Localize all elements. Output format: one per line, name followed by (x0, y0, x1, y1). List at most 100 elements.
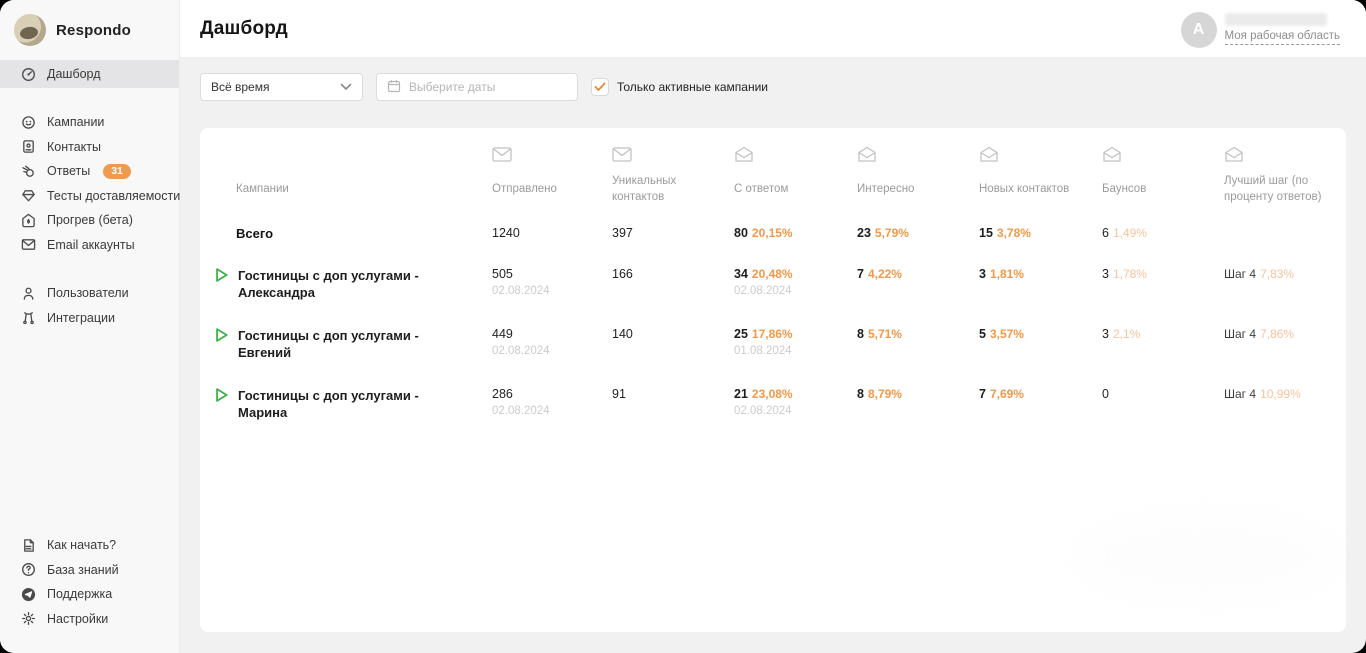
replied-cell: 34 20,48% 02.08.2024 (734, 267, 793, 297)
sidebar-item-email-accounts[interactable]: Email аккаунты (0, 233, 179, 258)
replied-cell: 25 17,86% 01.08.2024 (734, 327, 793, 357)
sidebar-item-label: Дашборд (47, 67, 101, 81)
unique-cell: 91 (612, 387, 626, 401)
target-icon (20, 114, 36, 130)
sidebar-item-how-to-start[interactable]: Как начать? (0, 533, 179, 558)
bounces-cell: 3 1,78% (1102, 267, 1147, 281)
sidebar-item-label: Прогрев (бета) (47, 213, 133, 228)
sidebar-item-integrations[interactable]: Интеграции (0, 306, 179, 331)
main-area: Дашборд A Моя рабочая область Всё время (180, 0, 1366, 653)
sidebar-item-users[interactable]: Пользователи (0, 281, 179, 306)
sidebar-item-dashboard[interactable]: Дашборд (0, 60, 179, 88)
sidebar-item-replies[interactable]: Ответы 31 (0, 159, 179, 184)
checkbox-checked-icon[interactable] (591, 78, 609, 96)
question-circle-icon (20, 562, 36, 578)
gear-icon (20, 611, 36, 627)
totals-best-step (1224, 206, 1334, 226)
open-envelope-icon (979, 146, 1102, 172)
sent-cell: 286 02.08.2024 (492, 387, 550, 417)
period-select[interactable]: Всё время (200, 73, 363, 101)
unique-cell: 166 (612, 267, 633, 281)
best-step-cell: Шаг 4 7,86% (1224, 327, 1295, 341)
sidebar-item-label: Тесты доставляемости (47, 188, 181, 203)
column-header-campaigns: Кампании (236, 183, 289, 195)
account-menu[interactable]: A Моя рабочая область (1180, 10, 1340, 48)
filters-bar: Всё время Выберите даты Только активные (200, 73, 1346, 101)
period-select-value: Всё время (211, 80, 270, 94)
sidebar-item-support[interactable]: Поддержка (0, 582, 179, 607)
column-header-interested: Интересно (857, 146, 979, 206)
dashboard-content: Всё время Выберите даты Только активные (180, 57, 1366, 653)
campaign-name[interactable]: Гостиницы с доп услугами - Евгений (238, 327, 444, 361)
sidebar-item-knowledge-base[interactable]: База знаний (0, 558, 179, 583)
contact-card-icon (20, 139, 36, 155)
telegram-icon (20, 586, 36, 602)
totals-bounces: 6 1,49% (1102, 226, 1147, 240)
play-icon[interactable] (212, 386, 230, 404)
column-header-best-step: Лучший шаг (по проценту ответов) (1224, 146, 1334, 206)
totals-label: Всего (236, 226, 274, 241)
respondo-logo-icon (14, 14, 46, 46)
column-header-new-contacts: Новых контактов (979, 146, 1102, 206)
calendar-icon (387, 79, 401, 96)
account-name-redacted (1224, 12, 1327, 26)
pdf-doc-icon (20, 537, 36, 553)
replies-count-badge: 31 (103, 164, 131, 179)
campaign-name[interactable]: Гостиницы с доп услугами - Марина (238, 387, 444, 421)
sidebar-item-contacts[interactable]: Контакты (0, 135, 179, 160)
sidebar-item-label: Email аккаунты (47, 237, 135, 252)
active-campaigns-filter[interactable]: Только активные кампании (591, 78, 768, 96)
totals-unique: 397 (612, 226, 633, 240)
campaign-name[interactable]: Гостиницы с доп услугами - Александра (238, 267, 444, 301)
chevron-down-icon (340, 83, 352, 91)
new-contacts-cell: 3 1,81% (979, 267, 1024, 281)
totals-interested: 23 5,79% (857, 226, 909, 240)
interested-cell: 8 8,79% (857, 387, 902, 401)
sidebar-item-label: Интеграции (47, 310, 116, 325)
integrations-icon (20, 310, 36, 326)
replied-cell: 21 23,08% 02.08.2024 (734, 387, 793, 417)
campaign-name-cell[interactable]: Гостиницы с доп услугами - Евгений (212, 301, 492, 361)
sidebar-item-settings[interactable]: Настройки (0, 607, 179, 632)
campaigns-table: Кампании Отправлено Уникальных контактов (212, 146, 1334, 421)
sidebar-item-label: Кампании (47, 115, 105, 130)
totals-replied: 80 20,15% (734, 226, 793, 240)
flame-drop-icon (20, 212, 36, 228)
workspace-switcher[interactable]: Моя рабочая область (1224, 30, 1340, 45)
play-icon[interactable] (212, 326, 230, 344)
best-step-cell: Шаг 4 7,83% (1224, 267, 1295, 281)
column-header-unique-contacts: Уникальных контактов (612, 146, 734, 206)
sidebar-item-deliverability-tests[interactable]: Тесты доставляемости (0, 184, 181, 209)
app-window: Respondo Дашборд Кампании Контакты Ответ… (0, 0, 1366, 653)
sidebar-item-label: Контакты (47, 139, 101, 154)
user-icon (20, 285, 36, 301)
bounces-cell: 3 2,1% (1102, 327, 1141, 341)
sidebar-item-campaigns[interactable]: Кампании (0, 110, 179, 135)
column-header-bounces: Лучший шаг (по проценту ответов)Баунсов (1102, 146, 1224, 206)
open-envelope-icon (734, 146, 857, 172)
interested-cell: 7 4,22% (857, 267, 902, 281)
sent-cell: 449 02.08.2024 (492, 327, 550, 357)
sidebar-item-warmup[interactable]: Прогрев (бета) (0, 208, 179, 233)
play-icon[interactable] (212, 266, 230, 284)
sidebar-item-label: Пользователи (47, 286, 129, 301)
sent-cell: 505 02.08.2024 (492, 267, 550, 297)
date-range-input[interactable]: Выберите даты (376, 73, 578, 101)
column-header-sent: Отправлено (492, 146, 612, 206)
open-envelope-icon (857, 146, 979, 172)
sidebar: Respondo Дашборд Кампании Контакты Ответ… (0, 0, 180, 653)
campaign-name-cell[interactable]: Гостиницы с доп услугами - Марина (212, 361, 492, 421)
sidebar-item-label: Поддержка (47, 587, 113, 602)
new-contacts-cell: 5 3,57% (979, 327, 1024, 341)
campaign-name-cell[interactable]: Гостиницы с доп услугами - Александра (212, 241, 492, 301)
campaigns-table-card: Кампании Отправлено Уникальных контактов (200, 128, 1346, 632)
sidebar-item-label: Как начать? (47, 538, 117, 553)
new-contacts-cell: 7 7,69% (979, 387, 1024, 401)
closed-envelope-icon (492, 146, 612, 172)
brand-logo[interactable]: Respondo (0, 0, 179, 60)
avatar[interactable]: A (1180, 11, 1217, 48)
unique-cell: 140 (612, 327, 633, 341)
envelope-icon (20, 237, 36, 253)
open-envelope-icon (1224, 146, 1334, 172)
totals-sent: 1240 (492, 226, 520, 240)
